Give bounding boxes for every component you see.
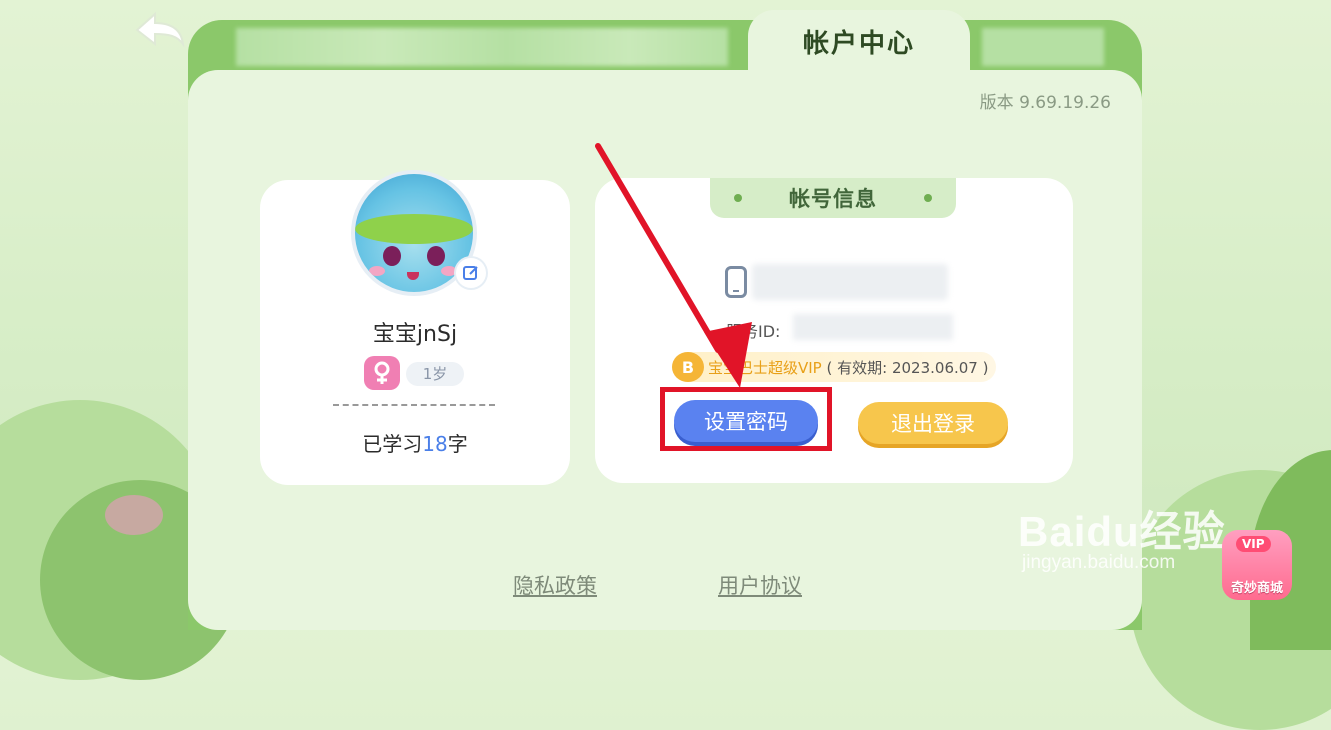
watermark-brand: Baidu经验 xyxy=(1018,508,1226,555)
nickname: 宝宝jnSj xyxy=(372,322,458,347)
service-id-label: 服务ID: xyxy=(726,322,781,341)
version-label: 版本 9.69.19.26 xyxy=(979,93,1111,113)
service-id-redacted xyxy=(793,314,953,340)
mushroom-decoration xyxy=(105,495,163,535)
shop-label: 奇妙商城 xyxy=(1230,581,1283,596)
learned-count: 已学习18字 xyxy=(362,432,468,456)
tab-account-center[interactable]: 帐户中心 xyxy=(748,10,970,82)
age-badge: 1岁 xyxy=(406,362,464,386)
tab-label: 帐户中心 xyxy=(802,28,915,59)
logout-button[interactable]: 退出登录 xyxy=(858,402,1008,444)
user-agreement-link[interactable]: 用户协议 xyxy=(718,570,802,600)
edit-icon[interactable] xyxy=(456,258,486,288)
shop-vip-badge: VIP xyxy=(1236,536,1271,552)
account-info-header: 帐号信息 xyxy=(710,178,956,218)
divider xyxy=(333,404,495,406)
tab-bar-blurred xyxy=(236,28,728,66)
phone-icon xyxy=(725,266,747,298)
female-icon xyxy=(364,356,400,390)
vip-text: 宝宝巴士超级VIP ( 有效期: 2023.06.07 ) xyxy=(708,359,989,377)
watermark-url: jingyan.baidu.com xyxy=(1022,552,1176,573)
highlight-box xyxy=(660,387,832,451)
vip-coin-icon: B xyxy=(672,352,704,382)
tab-bar-blurred xyxy=(982,28,1104,66)
back-button[interactable] xyxy=(133,10,189,54)
privacy-policy-link[interactable]: 隐私政策 xyxy=(513,570,597,600)
phone-number-redacted xyxy=(752,264,948,300)
back-arrow-icon xyxy=(135,11,185,48)
